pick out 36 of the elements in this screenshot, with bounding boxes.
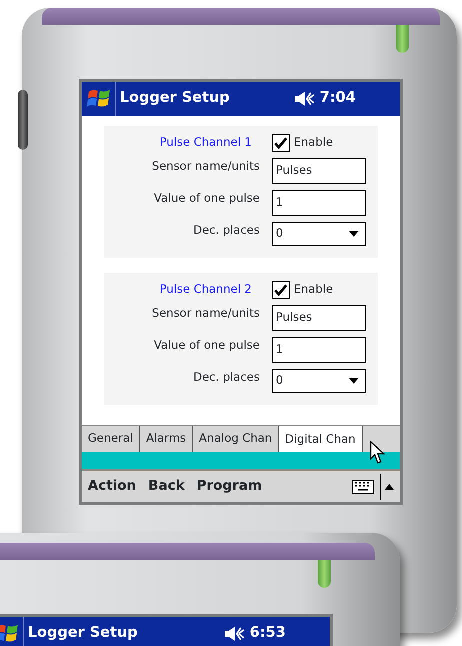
keyboard-icon[interactable] [352, 480, 374, 494]
dropdown[interactable]: 0 [272, 369, 366, 393]
field-label: Value of one pulse [153, 337, 260, 354]
dropdown[interactable]: 0 [272, 222, 366, 246]
field-label: Value of one pulse [153, 190, 260, 207]
field-label: Dec. places [192, 222, 260, 239]
checkbox-label: Enable [294, 134, 334, 152]
input-field[interactable]: Pulses [272, 305, 366, 331]
window-title: Logger Setup [120, 89, 230, 108]
menu-item[interactable]: Program [190, 476, 268, 497]
enable-checkbox[interactable] [272, 134, 290, 152]
input-field[interactable]: 1 [272, 337, 366, 363]
field-label: Sensor name/units [151, 305, 260, 322]
dropdown-arrow-icon [349, 231, 359, 237]
led-light [396, 25, 409, 53]
clock-time[interactable]: 6:53 [250, 623, 286, 645]
field-label: Sensor name/units [151, 158, 260, 175]
speaker-icon[interactable] [294, 91, 316, 107]
speaker-icon[interactable] [224, 626, 246, 642]
menu-item[interactable]: Action [82, 476, 142, 497]
menu-item[interactable]: Back [142, 476, 191, 497]
window-title: Logger Setup [28, 624, 138, 644]
input-field[interactable]: Pulses [272, 158, 366, 184]
mouse-pointer-icon [370, 441, 386, 465]
checkbox-label: Enable [294, 281, 334, 298]
led-light [318, 560, 331, 588]
clock-time[interactable]: 7:04 [320, 88, 356, 110]
channel-heading: Pulse Channel 1 [158, 134, 253, 152]
channel-heading: Pulse Channel 2 [158, 281, 253, 298]
tab[interactable]: Digital Chan [279, 426, 363, 452]
enable-checkbox[interactable] [272, 281, 290, 299]
side-knob [18, 90, 28, 150]
caret-up-icon[interactable] [380, 474, 394, 500]
input-field[interactable]: 1 [272, 190, 366, 216]
field-label: Dec. places [192, 369, 260, 386]
dropdown-arrow-icon [349, 378, 359, 384]
